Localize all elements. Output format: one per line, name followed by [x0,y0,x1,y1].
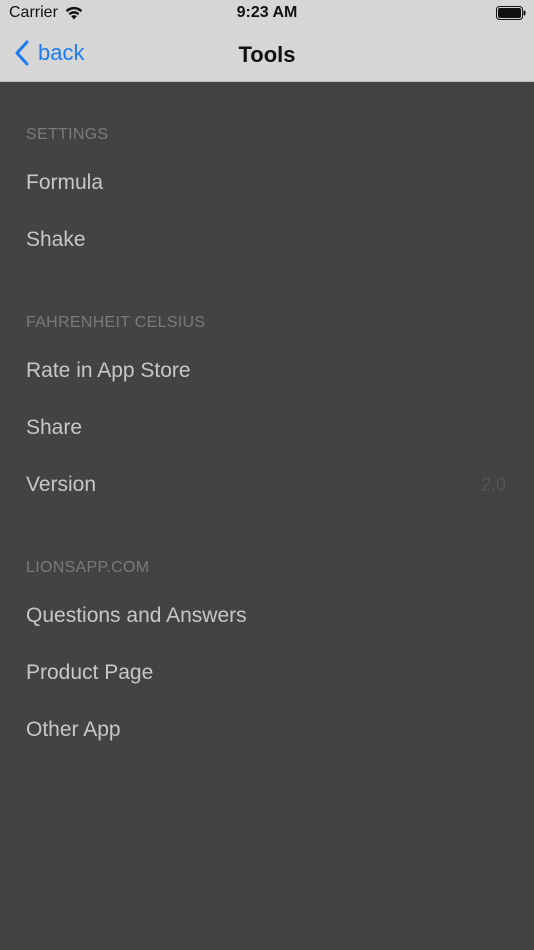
row-label: Other App [26,718,121,741]
row-formula[interactable]: Formula [0,155,534,211]
row-shake[interactable]: Shake [0,212,534,268]
row-label: Version [26,473,97,496]
navigation-bar: back Tools [0,28,534,82]
page-title: Tools [238,42,296,67]
row-label: Share [26,416,83,439]
row-version[interactable]: Version 2.0 [0,457,534,513]
row-label: Product Page [26,661,154,684]
section-header-settings: SETTINGS [26,126,109,143]
row-other-app[interactable]: Other App [0,702,534,758]
section-header-fahrenheit-celsius: FAHRENHEIT CELSIUS [26,314,206,331]
row-label: Formula [26,171,104,194]
status-time: 9:23 AM [236,4,298,21]
status-bar: Carrier 9:23 AM [0,0,534,28]
section-header-lionsapp: LIONSAPP.COM [26,559,150,576]
row-label: Rate in App Store [26,359,191,382]
version-value: 2.0 [480,474,506,495]
row-share[interactable]: Share [0,400,534,456]
row-questions-and-answers[interactable]: Questions and Answers [0,588,534,644]
row-label: Shake [26,228,86,251]
battery-icon [496,6,526,20]
top-bar: Carrier 9:23 AM back Tools [0,0,534,82]
row-product-page[interactable]: Product Page [0,645,534,701]
settings-list: SETTINGS Formula Shake FAHRENHEIT CELSIU… [0,82,534,950]
row-rate-in-app-store[interactable]: Rate in App Store [0,343,534,399]
row-label: Questions and Answers [26,604,247,627]
